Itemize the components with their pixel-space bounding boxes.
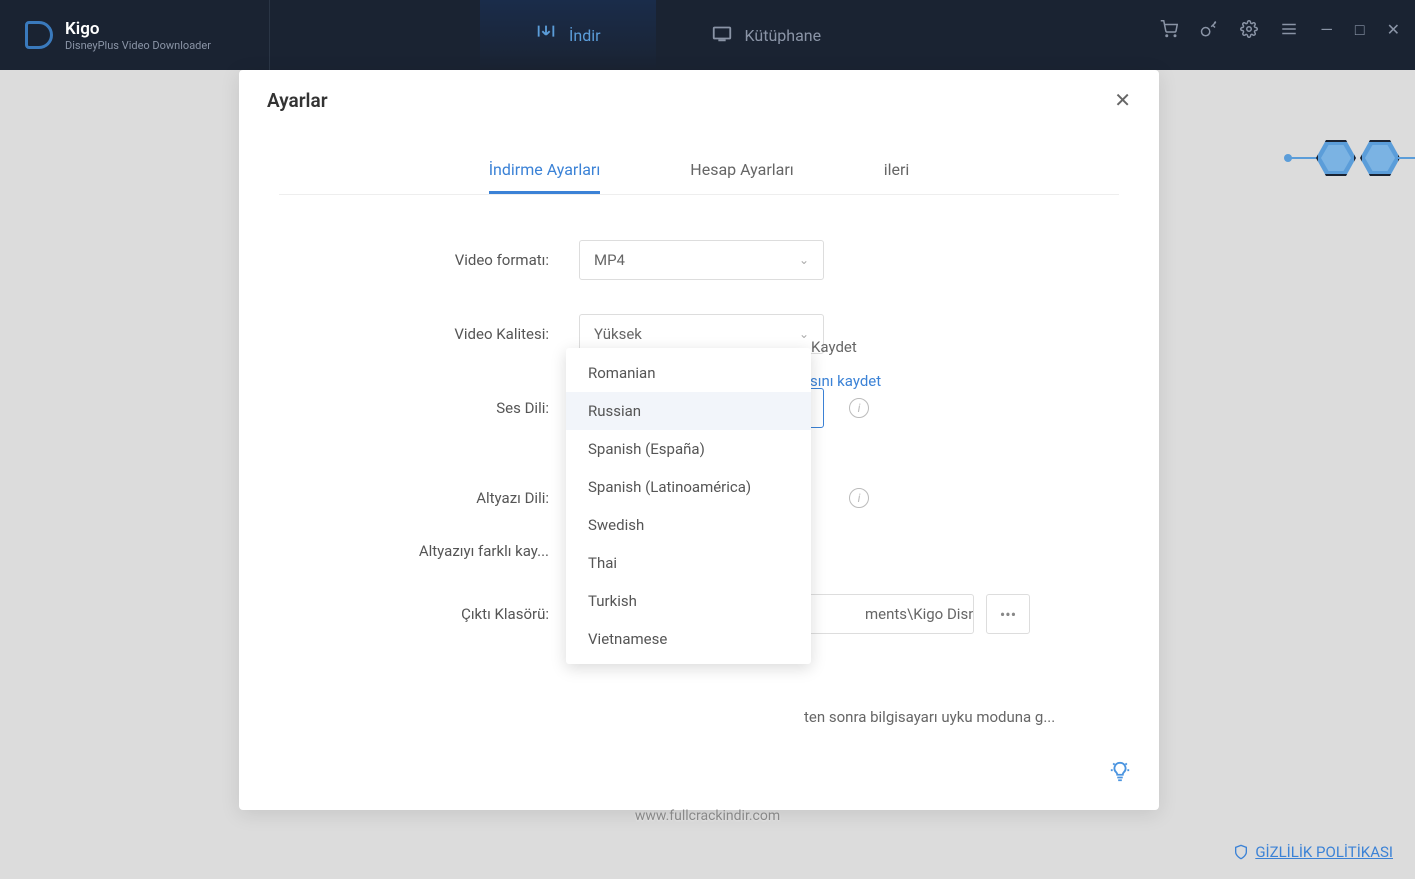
post-download-text: ten sonra bilgisayarı uyku moduna g... [804,708,1055,726]
gear-icon[interactable] [1240,20,1258,42]
dropdown-item[interactable]: Spanish (Latinoamérica) [566,468,811,506]
privacy-link[interactable]: GİZLİLİK POLİTİKASI [1233,843,1393,861]
subtitle-save-label: Altyazıyı farklı kay... [299,542,579,560]
watermark-hexes [1316,140,1400,176]
logo-icon [25,21,53,49]
audio-lang-label: Ses Dili: [299,399,579,417]
logo-area: Kigo DisneyPlus Video Downloader [0,0,270,70]
app-header: Kigo DisneyPlus Video Downloader İndir K… [0,0,1415,70]
nav-label: İndir [569,26,601,45]
audio-lang-dropdown: Romanian Russian Spanish (España) Spanis… [566,348,811,664]
output-folder-label: Çıktı Klasörü: [299,605,579,623]
dropdown-item[interactable]: Turkish [566,582,811,620]
maximize-icon[interactable]: □ [1355,20,1365,42]
minimize-icon[interactable]: — [1320,20,1333,42]
save-label-partial: Kaydet [811,338,857,356]
watermark-text: www.fullcrackindir.com [635,808,780,824]
main-body: Ayarlar ✕ İndirme Ayarları Hesap Ayarlar… [0,70,1415,879]
browse-button[interactable]: ••• [986,594,1030,634]
video-format-label: Video formatı: [299,251,579,269]
video-format-select[interactable]: MP4 ⌄ [579,240,824,280]
chevron-down-icon: ⌄ [799,327,809,341]
key-icon[interactable] [1200,20,1218,42]
library-icon [711,22,733,48]
download-icon [535,22,557,48]
cart-icon[interactable] [1160,20,1178,42]
tip-icon[interactable] [1109,761,1131,788]
modal-tabs: İndirme Ayarları Hesap Ayarları ileri [279,160,1119,195]
dropdown-item[interactable]: Thai [566,544,811,582]
nav-tab-library[interactable]: Kütüphane [656,0,877,70]
nav-label: Kütüphane [745,26,822,45]
tab-advanced-settings[interactable]: ileri [884,160,910,194]
dropdown-item[interactable]: Russian [566,392,811,430]
nav-tab-download[interactable]: İndir [480,0,656,70]
close-icon[interactable]: ✕ [1387,20,1400,42]
shield-icon [1233,844,1249,860]
chevron-down-icon: ⌄ [799,253,809,267]
dropdown-item[interactable]: Spanish (España) [566,430,811,468]
nav-tabs: İndir Kütüphane [480,0,876,70]
tab-download-settings[interactable]: İndirme Ayarları [489,160,601,194]
logo-subtitle: DisneyPlus Video Downloader [65,39,211,52]
dropdown-item[interactable]: Romanian [566,354,811,392]
tab-account-settings[interactable]: Hesap Ayarları [690,160,793,194]
subtitle-lang-label: Altyazı Dili: [299,489,579,507]
info-icon[interactable]: i [849,398,869,418]
settings-modal: Ayarlar ✕ İndirme Ayarları Hesap Ayarlar… [239,70,1159,810]
dropdown-item[interactable]: Vietnamese [566,620,811,658]
info-icon[interactable]: i [849,488,869,508]
logo-title: Kigo [65,19,211,39]
dropdown-item[interactable]: Swedish [566,506,811,544]
modal-close-button[interactable]: ✕ [1114,88,1131,112]
video-quality-label: Video Kalitesi: [299,325,579,343]
window-controls: — □ ✕ [1160,20,1400,42]
menu-icon[interactable] [1280,20,1298,42]
modal-title: Ayarlar [267,89,328,112]
